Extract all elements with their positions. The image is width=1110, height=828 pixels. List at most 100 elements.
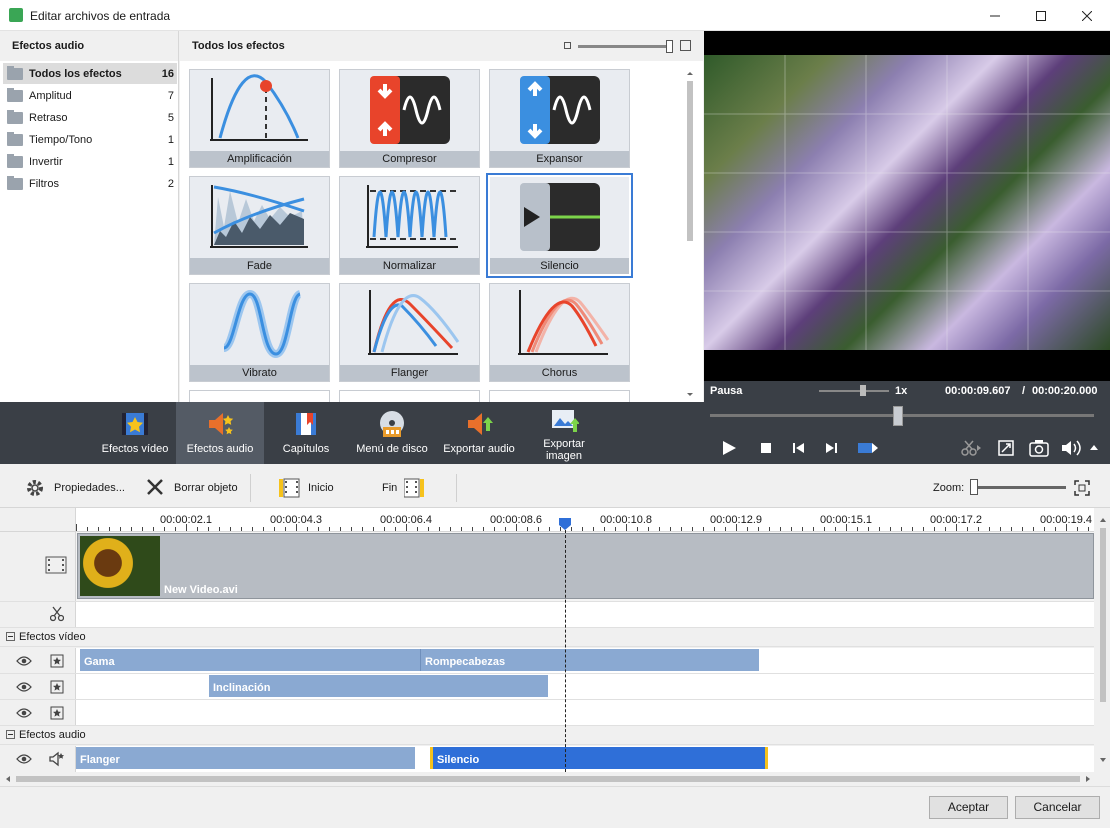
category-item-invertir[interactable]: Invertir 1 [3,151,177,172]
ruler-tick [274,527,275,531]
toolbar-disc-menu[interactable]: Menú de disco [350,402,434,464]
go-to-end-button[interactable] [856,440,880,456]
fx-clip-inclinacion[interactable]: Inclinación [209,675,548,697]
close-button[interactable] [1064,0,1110,31]
effect-tile-compresor[interactable]: Compresor [339,69,480,168]
folder-icon [7,153,23,168]
thumbnail-size-slider[interactable] [578,45,672,48]
ruler-tick [1077,527,1078,531]
snapshot-button[interactable] [1029,439,1049,457]
playhead-handle[interactable] [558,518,572,530]
effect-tile-amplificacion[interactable]: Amplificación [189,69,330,168]
effect-tile-chorus[interactable]: Chorus [489,283,630,382]
effect-tile-partial[interactable] [489,390,630,402]
zoom-slider-handle[interactable] [970,479,978,495]
fx-clip-silencio[interactable]: Silencio [430,747,768,769]
effect-tile-partial[interactable] [189,390,330,402]
effect-tile-partial[interactable] [339,390,480,402]
ruler-tick [538,527,539,531]
video-effects-section[interactable]: Efectos vídeo [0,628,1094,647]
category-item-amplitud[interactable]: Amplitud 7 [3,85,177,106]
effects-header-title: Todos los efectos [192,40,285,52]
ruler-tick [824,527,825,531]
accept-button[interactable]: Aceptar [929,796,1008,819]
video-fx-track: Inclinación [0,674,1094,700]
effect-tile-normalizar[interactable]: Normalizar [339,176,480,275]
volume-button[interactable] [1061,439,1083,457]
category-header: Efectos audio [0,31,178,61]
video-track: New Video.avi [0,532,1094,602]
ruler-tick [472,527,473,531]
stop-button[interactable] [759,441,773,455]
fullscreen-button[interactable] [998,440,1014,456]
effect-tile-expansor[interactable]: Expansor [489,69,630,168]
speed-slider-handle[interactable] [860,385,866,396]
scissors-icon [961,440,981,456]
thumb-small-icon [564,42,571,49]
effect-label: Amplificación [190,151,329,167]
effect-tile-silencio[interactable]: Silencio [486,173,633,278]
ruler-tick [1011,527,1012,531]
ruler-label: 00:00:08.6 [490,514,542,526]
timeline-horizontal-scrollbar[interactable] [0,772,1096,786]
ruler-tick [769,527,770,531]
category-item-retraso[interactable]: Retraso 5 [3,107,177,128]
ruler-tick [670,527,671,531]
toolbar-audio-effects[interactable]: Efectos audio [176,402,264,464]
minimize-button[interactable] [972,0,1018,31]
zoom-fit-button[interactable] [1074,480,1090,496]
category-item-all[interactable]: Todos los efectos 16 [3,63,177,84]
maximize-button[interactable] [1018,0,1064,31]
fit-icon [1074,480,1090,496]
toolbar-chapters[interactable]: Capítulos [270,402,342,464]
timeline-vertical-scrollbar[interactable] [1096,508,1110,772]
zoom-slider[interactable] [972,486,1066,489]
fx-icon [50,654,64,668]
cancel-button[interactable]: Cancelar [1015,796,1100,819]
ruler-tick [1033,527,1034,531]
collapse-icon[interactable] [6,730,15,739]
volume-expand-button[interactable] [1090,444,1098,450]
toolbar-export-image[interactable]: Exportar imagen [526,402,602,464]
cut-button[interactable] [961,440,983,456]
silence-icon [490,177,629,259]
ruler-tick [549,527,550,531]
eye-icon [16,708,32,718]
toolbar-label: Menú de disco [356,443,428,455]
eye-icon [16,754,32,764]
effect-tile-fade[interactable]: Fade [189,176,330,275]
previous-frame-button[interactable] [792,441,806,455]
toolbar-video-effects[interactable]: Efectos vídeo [94,402,176,464]
fx-clip-flanger[interactable]: Flanger [76,747,415,769]
play-icon [723,441,736,455]
toolbar-export-audio[interactable]: Exportar audio [438,402,520,464]
effects-scrollbar[interactable] [685,69,695,399]
thumbnail-size-handle[interactable] [666,40,673,53]
ruler-tick [362,527,363,531]
end-label: Fin [382,482,398,494]
audio-effects-section[interactable]: Efectos audio [0,726,1094,745]
effect-tile-vibrato[interactable]: Vibrato [189,283,330,382]
category-item-tiempo[interactable]: Tiempo/Tono 1 [3,129,177,150]
ruler-tick [483,527,484,531]
timeline-ruler[interactable]: 00:00:02.1 00:00:04.3 00:00:06.4 00:00:08.6… [76,508,1094,532]
speed-slider[interactable] [819,390,889,392]
seek-bar-handle[interactable] [893,406,903,426]
effect-tile-flanger[interactable]: Flanger [339,283,480,382]
window-title: Editar archivos de entrada [30,9,171,23]
fx-clip-gama[interactable]: Gama [80,649,420,671]
ruler-tick [967,527,968,531]
ruler-tick [527,527,528,531]
fx-clip-rompecabezas[interactable]: Rompecabezas [420,649,759,671]
video-clip[interactable]: New Video.avi [77,533,1094,599]
next-frame-button[interactable] [824,441,838,455]
video-fx-track-header [0,700,76,725]
timeline-toolbar: Propiedades... Borrar objeto Inicio Fin … [0,468,1110,508]
play-button[interactable] [720,439,738,457]
ruler-tick [285,527,286,531]
category-item-filtros[interactable]: Filtros 2 [3,173,177,194]
toolbar-label: Efectos vídeo [101,443,169,455]
delete-label: Borrar objeto [174,482,238,494]
ruler-tick [758,527,759,531]
collapse-icon[interactable] [6,632,15,641]
